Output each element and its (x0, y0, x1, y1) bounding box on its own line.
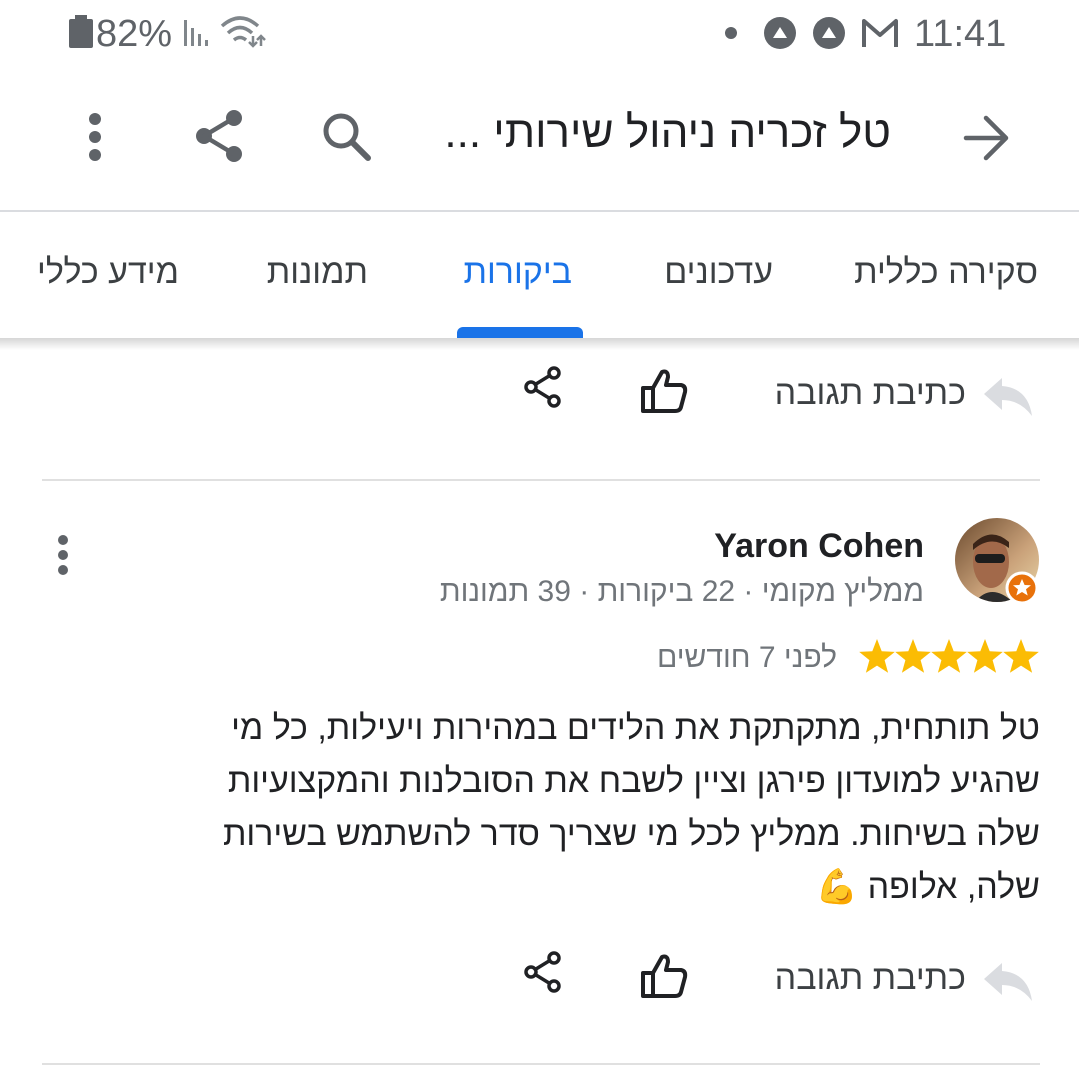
star-icon (859, 639, 895, 673)
review-text-line: שלה, אלופה 💪 (140, 861, 1040, 914)
star-icon (931, 639, 967, 673)
reviewer-meta: ממליץ מקומי · 22 ביקורות · 39 תמונות (439, 575, 924, 608)
tab-bar-shadow (0, 338, 1079, 350)
gmail-icon (862, 19, 898, 47)
reply-icon[interactable] (982, 959, 1034, 1003)
battery-percentage: 82% (96, 13, 173, 55)
review-separator (42, 1063, 1040, 1065)
back-arrow-icon[interactable] (960, 112, 1012, 164)
page-title: טל זכריה ניהול שירותי ... (444, 108, 891, 157)
reply-icon[interactable] (982, 374, 1034, 418)
more-vert-icon[interactable] (82, 112, 108, 162)
thumbs-up-icon[interactable] (640, 953, 688, 999)
wifi-icon (220, 16, 266, 48)
tab-overview[interactable]: סקירה כללית (854, 253, 1038, 292)
review-text-line: שהגיע למועדון פירגן וציין לשבח את הסובלנ… (227, 762, 1040, 800)
battery-icon (69, 15, 93, 48)
review-more-icon[interactable] (50, 534, 76, 576)
app-bar-divider (0, 210, 1079, 212)
review-text-line: שלה בשיחות. ממליץ לכל מי שצריך סדר להשתמ… (222, 815, 1040, 853)
app-notification-icon-2 (813, 17, 845, 49)
review-text-last-line: שלה, אלופה (867, 868, 1040, 906)
review-text-line: טל תותחית, מתקתקת את הלידים במהירות ויעי… (231, 709, 1040, 747)
tab-photos[interactable]: תמונות (267, 253, 368, 292)
review-date: לפני 7 חודשים (656, 641, 837, 674)
reply-button[interactable]: כתיבת תגובה (775, 374, 966, 413)
app-notification-icon (764, 17, 796, 49)
review-separator (42, 479, 1040, 481)
search-icon[interactable] (318, 108, 374, 164)
active-tab-indicator (457, 327, 583, 338)
reviewer-avatar[interactable] (955, 518, 1043, 606)
flexed-biceps-emoji: 💪 (815, 868, 859, 906)
star-icon (1003, 639, 1039, 673)
signal-icon (184, 20, 208, 46)
tab-reviews[interactable]: ביקורות (463, 253, 572, 292)
share-review-icon[interactable] (522, 366, 564, 408)
star-rating (859, 639, 1039, 673)
tab-updates[interactable]: עדכונים (664, 253, 773, 292)
review-text: טל תותחית, מתקתקת את הלידים במהירות ויעי… (140, 702, 1040, 914)
clock: 11:41 (914, 13, 1007, 55)
share-icon[interactable] (192, 108, 248, 164)
star-icon (967, 639, 1003, 673)
reply-button[interactable]: כתיבת תגובה (775, 959, 966, 998)
tab-about[interactable]: מידע כללי (37, 253, 179, 292)
notification-dot-icon (725, 27, 737, 39)
reviewer-name[interactable]: Yaron Cohen (714, 527, 924, 566)
thumbs-up-icon[interactable] (640, 368, 688, 414)
star-icon (895, 639, 931, 673)
share-review-icon[interactable] (522, 951, 564, 993)
